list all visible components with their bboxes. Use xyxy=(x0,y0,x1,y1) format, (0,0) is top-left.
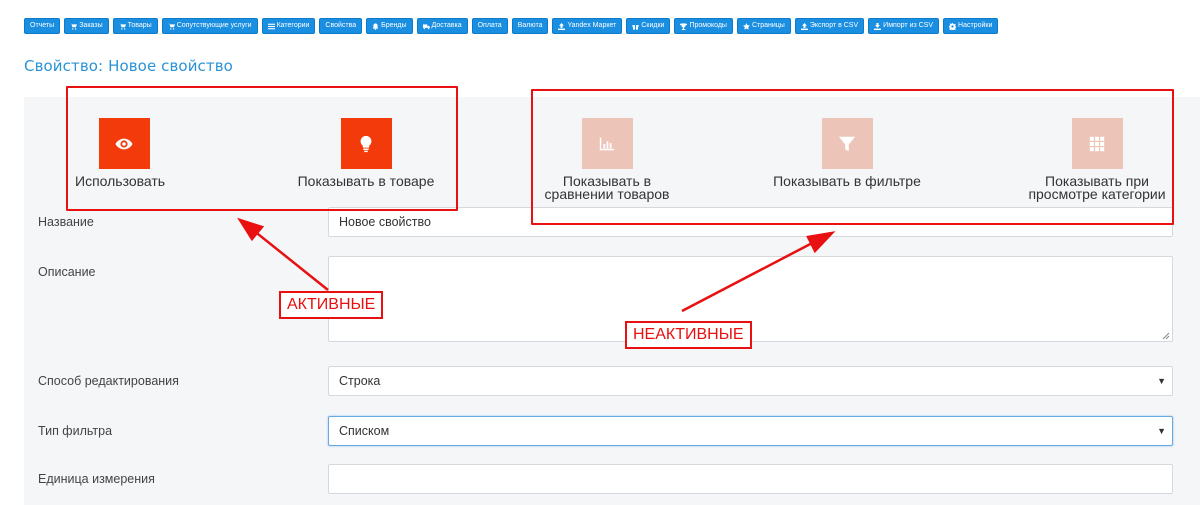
nav-label: Доставка xyxy=(431,22,462,29)
nav-categories-button[interactable]: Категории xyxy=(261,18,316,34)
nav-label: Страницы xyxy=(751,22,785,29)
nav-properties-button[interactable]: Свойства xyxy=(319,18,363,34)
gift-icon xyxy=(632,23,639,30)
truck-icon xyxy=(422,23,430,29)
nav-label: Импорт из CSV xyxy=(883,22,934,29)
filter-type-label: Тип фильтра xyxy=(38,424,113,438)
name-label: Название xyxy=(38,215,94,229)
cart-icon xyxy=(70,23,78,30)
nav-label: Оплата xyxy=(477,22,502,29)
cart-icon xyxy=(167,23,175,30)
nav-orders-button[interactable]: Заказы xyxy=(64,18,109,34)
toggle-square xyxy=(340,118,392,169)
nav-import-csv-button[interactable]: Импорт из CSV xyxy=(868,18,940,34)
nav-brands-button[interactable]: Бренды xyxy=(366,18,413,34)
toggle-label: Показывать в товаре xyxy=(297,173,435,189)
upload-icon xyxy=(558,22,566,30)
toggle-show-in-filter[interactable]: Показывать в фильтре xyxy=(765,118,929,188)
bell-icon xyxy=(372,22,379,30)
gear-icon xyxy=(949,22,957,30)
nav-pages-button[interactable]: Страницы xyxy=(736,18,791,34)
edit-mode-select[interactable]: Строка ▼ xyxy=(328,366,1173,396)
nav-label: Скидки xyxy=(641,22,665,29)
nav-currency-button[interactable]: Валюта xyxy=(511,18,549,34)
filter-type-select[interactable]: Списком ▼ xyxy=(328,416,1173,446)
active-annotation-label: АКТИВНЫЕ xyxy=(279,291,384,319)
toggle-square xyxy=(821,118,873,169)
trophy-icon xyxy=(680,22,688,30)
nav-label: Заказы xyxy=(79,22,103,29)
toggle-label: Использовать xyxy=(75,173,166,189)
download-icon xyxy=(874,22,882,30)
toggle-square xyxy=(1071,118,1123,169)
unit-input[interactable] xyxy=(328,464,1173,494)
toggle-label: Показывать в фильтре xyxy=(773,173,921,189)
nav-discounts-button[interactable]: Скидки xyxy=(626,18,671,34)
list-icon xyxy=(267,23,275,29)
nav-label: Бренды xyxy=(381,22,407,29)
nav-delivery-button[interactable]: Доставка xyxy=(416,18,468,34)
description-label: Описание xyxy=(38,265,96,279)
nav-label: Категории xyxy=(276,22,310,29)
nav-payment-button[interactable]: Оплата xyxy=(471,18,508,34)
nav-settings-button[interactable]: Настройки xyxy=(943,18,999,34)
edit-mode-value: Строка xyxy=(339,374,381,388)
dropdown-caret-icon: ▼ xyxy=(1157,376,1166,386)
nav-promocodes-button[interactable]: Промокоды xyxy=(674,18,733,34)
eye-icon xyxy=(115,138,133,149)
resize-grip-icon[interactable] xyxy=(1162,332,1170,340)
page-title: Свойство: Новое свойство xyxy=(24,57,233,75)
nav-reports-button[interactable]: Отчеты xyxy=(24,18,61,34)
nav-label: Экспорт в CSV xyxy=(809,22,859,29)
inactive-annotation-label: НЕАКТИВНЫЕ xyxy=(625,321,752,349)
nav-label: Отчеты xyxy=(30,22,55,29)
star-icon xyxy=(742,22,750,30)
lightbulb-icon xyxy=(360,135,372,152)
nav-label: Сопутствующие услуги xyxy=(176,22,252,29)
nav-products-button[interactable]: Товары xyxy=(112,18,158,34)
toggle-show-in-category[interactable]: Показывать при просмотре категории xyxy=(1022,118,1172,201)
filter-type-value: Списком xyxy=(339,424,390,438)
toggle-label: Показывать при просмотре категории xyxy=(1028,173,1166,202)
nav-label: Валюта xyxy=(517,22,543,29)
nav-label: Свойства xyxy=(325,22,357,29)
nav-label: Промокоды xyxy=(689,22,727,29)
grid-icon xyxy=(1089,136,1105,151)
unit-label: Единица измерения xyxy=(38,472,155,486)
nav-label: Yandex Маркет xyxy=(567,22,617,29)
toggle-show-in-product[interactable]: Показывать в товаре xyxy=(289,118,443,188)
toggle-use[interactable]: Использовать xyxy=(74,118,174,188)
filter-icon xyxy=(838,136,856,151)
nav-label: Товары xyxy=(127,22,152,29)
bar-chart-icon xyxy=(599,137,615,150)
name-input[interactable]: Новое свойство xyxy=(328,207,1173,237)
dropdown-caret-icon: ▼ xyxy=(1157,426,1166,436)
toggle-label: Показывать в сравнении товаров xyxy=(544,173,670,202)
nav-services-button[interactable]: Сопутствующие услуги xyxy=(161,18,258,34)
edit-mode-label: Способ редактирования xyxy=(38,374,179,388)
nav-export-csv-button[interactable]: Экспорт в CSV xyxy=(794,18,865,34)
nav-yandex-market-button[interactable]: Yandex Маркет xyxy=(552,18,623,34)
toggle-show-in-comparison[interactable]: Показывать в сравнении товаров xyxy=(537,118,677,201)
nav-label: Настройки xyxy=(958,22,993,29)
toggle-square xyxy=(581,118,633,169)
top-navigation: Отчеты Заказы Товары Сопутствующие услуг… xyxy=(24,18,1174,36)
cart-icon xyxy=(118,23,126,30)
toggle-square xyxy=(98,118,150,169)
upload-icon xyxy=(800,22,808,30)
